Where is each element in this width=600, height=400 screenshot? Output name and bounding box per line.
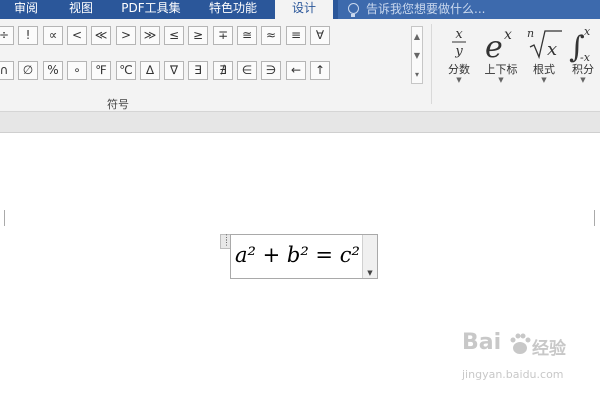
chevron-up-icon[interactable]: ▲ — [412, 27, 422, 46]
symbol-button[interactable]: % — [43, 61, 63, 80]
symbol-button[interactable]: ↑ — [310, 61, 330, 80]
svg-text:x: x — [504, 27, 512, 43]
script-button[interactable]: e x 上下标 ▼ — [480, 19, 522, 111]
symbol-button[interactable]: ≈ — [261, 26, 281, 45]
symbol-button[interactable]: ∄ — [213, 61, 233, 80]
watermark-url: jingyan.baidu.com — [462, 368, 564, 381]
symbol-button[interactable]: > — [116, 26, 136, 45]
ruler-area — [0, 112, 600, 133]
symbol-button[interactable]: ∇ — [164, 61, 184, 80]
script-label: 上下标 — [484, 63, 518, 76]
fraction-button[interactable]: x y 分数 ▼ — [440, 19, 478, 111]
symbol-button[interactable]: ! — [18, 26, 38, 45]
tab-view[interactable]: 视图 — [56, 0, 106, 19]
svg-text:y: y — [454, 44, 463, 59]
tab-review[interactable]: 审阅 — [0, 0, 52, 19]
symbol-button[interactable]: ∩ — [0, 61, 14, 80]
tab-pdf-tools[interactable]: PDF工具集 — [110, 0, 192, 19]
symbol-button[interactable]: ∓ — [213, 26, 233, 45]
symbol-button[interactable]: ≫ — [140, 26, 160, 45]
symbol-button[interactable]: ≪ — [91, 26, 111, 45]
integral-label: 积分 — [572, 63, 594, 76]
chevron-down-icon: ▼ — [580, 76, 586, 84]
symbol-button[interactable]: ∃ — [188, 61, 208, 80]
more-icon[interactable]: ▾ — [412, 65, 422, 84]
fraction-label: 分数 — [448, 63, 470, 76]
symbol-button[interactable]: ∅ — [18, 61, 38, 80]
watermark-name: 经验 — [532, 339, 566, 359]
symbol-button[interactable]: ∋ — [261, 61, 281, 80]
symbol-button[interactable]: ∆ — [140, 61, 160, 80]
chevron-down-icon: ▼ — [541, 76, 547, 84]
equation-box[interactable]: a² + b² = c² ▼ — [230, 234, 378, 279]
group-label-symbols: 符号 — [107, 98, 129, 111]
script-icon: e x — [480, 23, 522, 65]
radical-icon: n x — [524, 23, 564, 63]
watermark: Bai 经验 jingyan.baidu.com — [462, 330, 592, 390]
symbol-button[interactable]: ∀ — [310, 26, 330, 45]
svg-text:e: e — [485, 30, 503, 63]
radical-button[interactable]: n x 根式 ▼ — [524, 19, 564, 111]
margin-marker-left — [0, 210, 5, 226]
margin-marker-right — [594, 210, 599, 226]
symbol-button[interactable]: ≤ — [164, 26, 184, 45]
ribbon-panel: ÷! ∝ < ≪ > ≫ ≤ ≥ ∓ ≅ ≈ ≡ ∀ ∩ ∅% ∘ ℉ ℃ ∆ ∇ ∃ ∄ ∈ ∋ ← ↑ ▲ ▼ ▾ 符号 x … — [0, 19, 600, 112]
symbol-button[interactable]: ∘ — [67, 61, 87, 80]
tab-design[interactable]: 设计 — [275, 0, 333, 19]
integral-icon: ∫ x -x — [566, 23, 600, 65]
group-divider — [431, 24, 432, 104]
symbol-button[interactable]: ← — [286, 61, 306, 80]
equation-text[interactable]: a² + b² = c² — [235, 243, 360, 267]
svg-text:x: x — [455, 27, 463, 42]
svg-text:x: x — [547, 39, 557, 60]
lightbulb-icon — [348, 3, 359, 17]
chevron-down-icon[interactable]: ▼ — [412, 46, 422, 65]
symbol-button[interactable]: ≅ — [237, 26, 257, 45]
chevron-down-icon: ▼ — [498, 76, 504, 84]
symbol-button[interactable]: ÷ — [0, 26, 14, 45]
symbol-button[interactable]: < — [67, 26, 87, 45]
watermark-brand: Bai — [462, 330, 502, 355]
svg-text:n: n — [527, 27, 534, 40]
symbol-button[interactable]: ∈ — [237, 61, 257, 80]
equation-options-button[interactable]: ▼ — [362, 235, 377, 278]
symbol-button[interactable]: ≡ — [286, 26, 306, 45]
fraction-icon: x y — [440, 23, 478, 63]
tell-me-search[interactable]: 告诉我您想要做什么... — [338, 0, 600, 19]
ribbon-tab-bar: 审阅 视图 PDF工具集 特色功能 设计 告诉我您想要做什么... — [0, 0, 600, 19]
symbol-button[interactable]: ≥ — [188, 26, 208, 45]
symbol-button[interactable]: ℃ — [116, 61, 136, 80]
tell-me-placeholder: 告诉我您想要做什么... — [366, 2, 486, 16]
paw-icon — [510, 333, 531, 354]
symbol-gallery-scrollbar[interactable]: ▲ ▼ ▾ — [411, 26, 423, 84]
tab-features[interactable]: 特色功能 — [196, 0, 270, 19]
integral-button[interactable]: ∫ x -x 积分 ▼ — [566, 19, 600, 111]
chevron-down-icon: ▼ — [456, 76, 462, 84]
radical-label: 根式 — [533, 63, 555, 76]
symbol-button[interactable]: ℉ — [91, 61, 111, 80]
svg-text:x: x — [584, 25, 591, 38]
symbol-button[interactable]: ∝ — [43, 26, 63, 45]
